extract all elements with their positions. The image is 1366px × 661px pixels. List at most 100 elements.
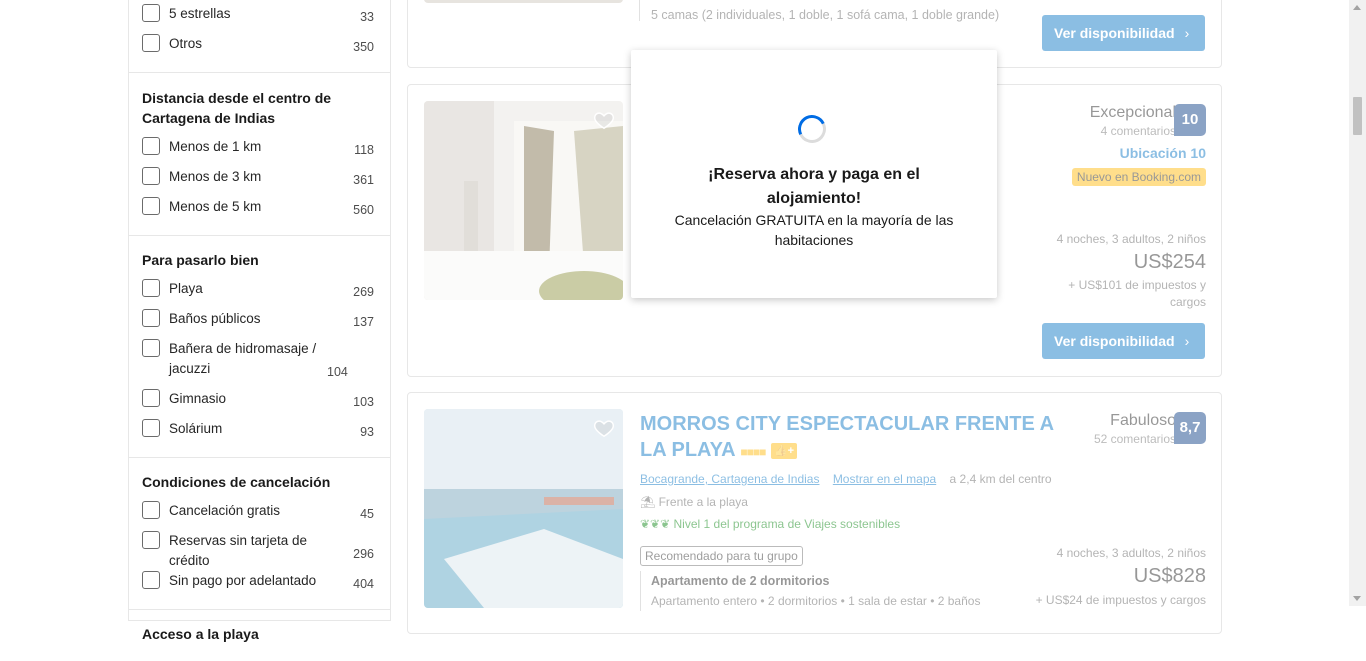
property-card: MORROS CITY ESPECTACULAR FRENTE A LA PLA… <box>407 392 1222 634</box>
filter-option-no-credit-card[interactable]: Reservas sin tarjeta de crédito 296 <box>142 531 374 571</box>
beachfront-label: Frente a la playa <box>658 495 748 509</box>
filter-count: 45 <box>360 507 374 521</box>
page-scrollbar[interactable] <box>1349 0 1366 606</box>
location-score: Ubicación 10 <box>1119 145 1206 161</box>
distance-from-center: a 2,4 km del centro <box>949 472 1052 486</box>
property-photo[interactable] <box>424 409 623 608</box>
scroll-down-arrow-icon[interactable] <box>1353 596 1361 601</box>
checkbox[interactable] <box>142 197 160 215</box>
checkbox[interactable] <box>142 501 160 519</box>
filter-option-1km[interactable]: Menos de 1 km 118 <box>142 137 374 167</box>
filter-label: Cancelación gratis <box>169 503 281 518</box>
checkbox[interactable] <box>142 137 160 155</box>
checkbox[interactable] <box>142 309 160 327</box>
checkbox[interactable] <box>142 419 160 437</box>
checkbox[interactable] <box>142 4 160 22</box>
filter-label: Reservas sin tarjeta de crédito <box>169 533 308 568</box>
sustainable-row: ❦❦❦ Nivel 1 del programa de Viajes soste… <box>640 517 900 531</box>
new-badge: Nuevo en Booking.com <box>1071 168 1206 186</box>
filter-count: 33 <box>360 10 374 24</box>
filter-option-5km[interactable]: Menos de 5 km 560 <box>142 197 374 227</box>
taxes-info: + US$101 de impuestos y cargos <box>1068 278 1206 309</box>
button-label: Ver disponibilidad <box>1054 333 1175 349</box>
filter-option-no-prepayment[interactable]: Sin pago por adelantado 404 <box>142 571 374 601</box>
checkbox[interactable] <box>142 167 160 185</box>
filter-group-title: Para pasarlo bien <box>142 252 259 268</box>
property-title-link[interactable]: MORROS CITY ESPECTACULAR FRENTE A LA PLA… <box>640 411 1070 465</box>
property-photo[interactable] <box>424 101 623 300</box>
review-score: 8,7 <box>1174 412 1206 444</box>
filter-option-jacuzzi[interactable]: Bañera de hidromasaje / jacuzzi 104 <box>142 339 374 389</box>
filter-count: 137 <box>353 315 374 329</box>
filter-group-title: Condiciones de cancelación <box>142 474 331 490</box>
loading-spinner-icon <box>794 111 830 147</box>
filter-option-gym[interactable]: Gimnasio 103 <box>142 389 374 419</box>
button-label: Ver disponibilidad <box>1054 25 1175 41</box>
checkbox[interactable] <box>142 389 160 407</box>
filter-option-3km[interactable]: Menos de 3 km 361 <box>142 167 374 197</box>
see-availability-button[interactable]: Ver disponibilidad › <box>1042 323 1205 359</box>
property-photo[interactable] <box>424 0 623 3</box>
filter-label: Menos de 3 km <box>169 169 262 184</box>
see-availability-button[interactable]: Ver disponibilidad › <box>1042 15 1205 51</box>
recommended-badge: Recomendado para tu grupo <box>640 546 803 566</box>
scrollbar-thumb[interactable] <box>1353 97 1362 135</box>
sustainable-label: Nivel 1 del programa de Viajes sostenibl… <box>673 517 901 531</box>
location-row: Bocagrande, Cartagena de Indias Mostrar … <box>640 472 1052 486</box>
filter-option-solarium[interactable]: Solárium 93 <box>142 419 374 449</box>
favorite-heart-icon[interactable] <box>593 417 615 439</box>
filter-label: Playa <box>169 281 203 296</box>
filter-label: Sin pago por adelantado <box>169 573 317 588</box>
modal-subtitle: Cancelación GRATUITA en la mayoría de la… <box>674 212 954 248</box>
show-on-map-link[interactable]: Mostrar en el mapa <box>833 472 936 486</box>
rating-word: Fabuloso <box>1110 412 1176 429</box>
filter-group-fun: Para pasarlo bien Playa 269 Baños públic… <box>129 236 390 458</box>
filter-group-title: Distancia desde el centro de Cartagena d… <box>142 90 332 126</box>
filter-option-public-baths[interactable]: Baños públicos 137 <box>142 309 374 339</box>
review-count: 4 comentarios <box>1100 124 1176 138</box>
loading-modal: ¡Reserva ahora y paga en el alojamiento!… <box>631 50 997 298</box>
filter-option-beach[interactable]: Playa 269 <box>142 279 374 309</box>
filter-label: Gimnasio <box>169 391 227 406</box>
taxes-info: + US$24 de impuestos y cargos <box>1035 593 1206 607</box>
filter-label: 5 estrellas <box>169 6 231 21</box>
review-score: 10 <box>1174 104 1206 136</box>
filter-group-cancellation: Condiciones de cancelación Cancelación g… <box>129 458 390 610</box>
card-content: MORROS CITY ESPECTACULAR FRENTE A LA PLA… <box>408 393 1221 633</box>
filter-group-title: Acceso a la playa <box>142 626 259 642</box>
favorite-heart-icon[interactable] <box>593 109 615 131</box>
rating-word: Excepcional <box>1089 104 1176 121</box>
modal-title: ¡Reserva ahora y paga en el alojamiento! <box>708 166 920 207</box>
checkbox[interactable] <box>142 34 160 52</box>
filter-label: Bañera de hidromasaje / jacuzzi <box>169 341 317 376</box>
divider <box>640 571 641 611</box>
stay-summary: 4 noches, 3 adultos, 2 niños <box>1056 232 1206 246</box>
price: US$254 <box>1133 251 1206 273</box>
chevron-right-icon: › <box>1184 333 1190 349</box>
stay-summary: 4 noches, 3 adultos, 2 niños <box>1056 546 1206 560</box>
review-count: 52 comentarios <box>1093 432 1176 446</box>
filter-group-beach-access: Acceso a la playa <box>129 610 390 661</box>
filter-group-stars: 5 estrellas 33 Otros 350 <box>129 0 390 73</box>
filter-group-distance: Distancia desde el centro de Cartagena d… <box>129 73 390 236</box>
beachfront-row: ⛱ Frente a la playa <box>640 495 748 509</box>
filter-option-5-stars[interactable]: 5 estrellas 33 <box>142 4 374 34</box>
filter-count: 560 <box>353 203 374 217</box>
scroll-up-arrow-icon[interactable] <box>1353 5 1361 10</box>
preferred-partner-icon: 👍+ <box>770 443 798 459</box>
filter-option-free-cancellation[interactable]: Cancelación gratis 45 <box>142 501 374 531</box>
filter-label: Otros <box>169 36 203 51</box>
filter-count: 103 <box>353 395 374 409</box>
checkbox[interactable] <box>142 531 160 549</box>
filters-sidebar: 5 estrellas 33 Otros 350 Distancia desde… <box>128 0 391 642</box>
checkbox[interactable] <box>142 339 160 357</box>
filter-option-other[interactable]: Otros 350 <box>142 34 374 64</box>
filter-count: 269 <box>353 285 374 299</box>
area-link[interactable]: Bocagrande, Cartagena de Indias <box>640 472 819 486</box>
checkbox[interactable] <box>142 571 160 589</box>
price: US$828 <box>1133 565 1206 587</box>
filter-label: Solárium <box>169 421 223 436</box>
filter-count: 361 <box>353 173 374 187</box>
unit-name: Apartamento de 2 dormitorios <box>651 574 830 588</box>
checkbox[interactable] <box>142 279 160 297</box>
